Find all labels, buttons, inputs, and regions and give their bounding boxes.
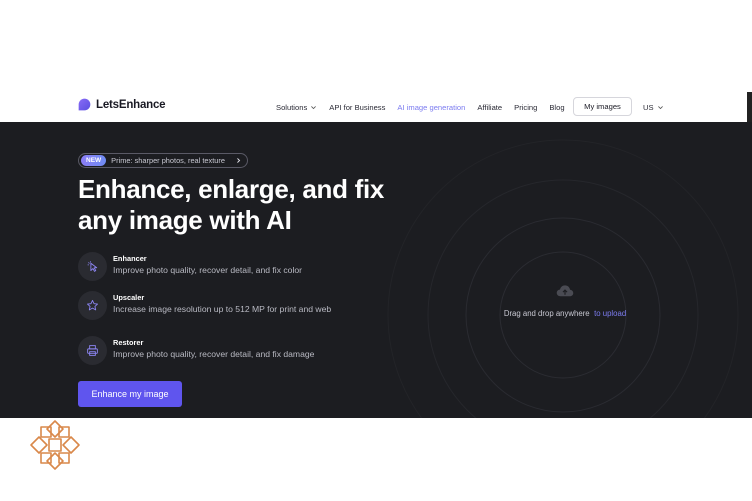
language-label: US	[643, 102, 654, 112]
nav-ai-image-generation[interactable]: AI image generation	[397, 103, 465, 112]
nav-solutions[interactable]: Solutions	[276, 103, 317, 112]
chevron-right-icon	[237, 158, 241, 163]
nav-pricing[interactable]: Pricing	[514, 103, 537, 112]
feature-title: Enhancer	[113, 254, 147, 263]
feature-description: Improve photo quality, recover detail, a…	[113, 265, 302, 275]
brand-name: LetsEnhance	[96, 98, 166, 111]
nav-affiliate-label: Affiliate	[477, 102, 503, 112]
nav-solutions-label: Solutions	[276, 102, 308, 112]
main-menu: Solutions API for Business AI image gene…	[276, 92, 565, 122]
dropzone-text: Drag and drop anywhere	[503, 309, 590, 318]
nav-api-for-business[interactable]: API for Business	[329, 103, 385, 112]
nav-blog[interactable]: Blog	[549, 103, 564, 112]
top-nav: LetsEnhance Solutions API for Business A…	[0, 92, 752, 122]
feature-title: Restorer	[113, 338, 144, 347]
promo-pill[interactable]: NEW Prime: sharper photos, real texture	[78, 153, 248, 168]
feature-description: Improve photo quality, recover detail, a…	[113, 349, 315, 359]
logo-icon	[78, 98, 91, 111]
upload-link[interactable]: to upload	[594, 309, 626, 318]
hero-headline: Enhance, enlarge, and fix any image with…	[78, 174, 438, 236]
feature-title: Upscaler	[113, 293, 145, 302]
my-images-button[interactable]: My images	[573, 97, 632, 116]
nav-pricing-label: Pricing	[514, 102, 538, 112]
headline-line-2: any image with AI	[78, 205, 292, 235]
printer-restore-icon	[78, 336, 107, 365]
nav-affiliate[interactable]: Affiliate	[477, 103, 502, 112]
star-upscale-icon	[78, 291, 107, 320]
chevron-down-icon	[311, 105, 317, 109]
feature-upscaler[interactable]: Upscaler Increase image resolution up to…	[78, 291, 358, 321]
new-badge: NEW	[81, 155, 107, 166]
headline-line-1: Enhance, enlarge, and fix	[78, 174, 385, 204]
enhance-my-image-button[interactable]: Enhance my image	[78, 381, 182, 407]
nav-api-label: API for Business	[329, 102, 386, 112]
feature-description: Increase image resolution up to 512 MP f…	[113, 304, 332, 314]
feature-enhancer[interactable]: Enhancer Improve photo quality, recover …	[78, 252, 358, 282]
upload-dropzone[interactable]: Drag and drop anywhere to upload	[480, 284, 650, 321]
pointer-sparkle-icon	[78, 252, 107, 281]
hero-section: NEW Prime: sharper photos, real texture …	[0, 122, 752, 418]
chevron-down-icon	[657, 105, 663, 109]
window-edge	[747, 92, 752, 122]
language-selector[interactable]: US	[643, 92, 664, 122]
ornament-logo-icon	[30, 420, 80, 470]
cloud-upload-icon	[556, 285, 574, 297]
brand-logo[interactable]: LetsEnhance	[78, 98, 166, 111]
feature-restorer[interactable]: Restorer Improve photo quality, recover …	[78, 336, 358, 366]
nav-blog-label: Blog	[549, 102, 565, 112]
promo-text: Prime: sharper photos, real texture	[111, 156, 225, 165]
nav-ai-generation-label: AI image generation	[397, 102, 466, 112]
